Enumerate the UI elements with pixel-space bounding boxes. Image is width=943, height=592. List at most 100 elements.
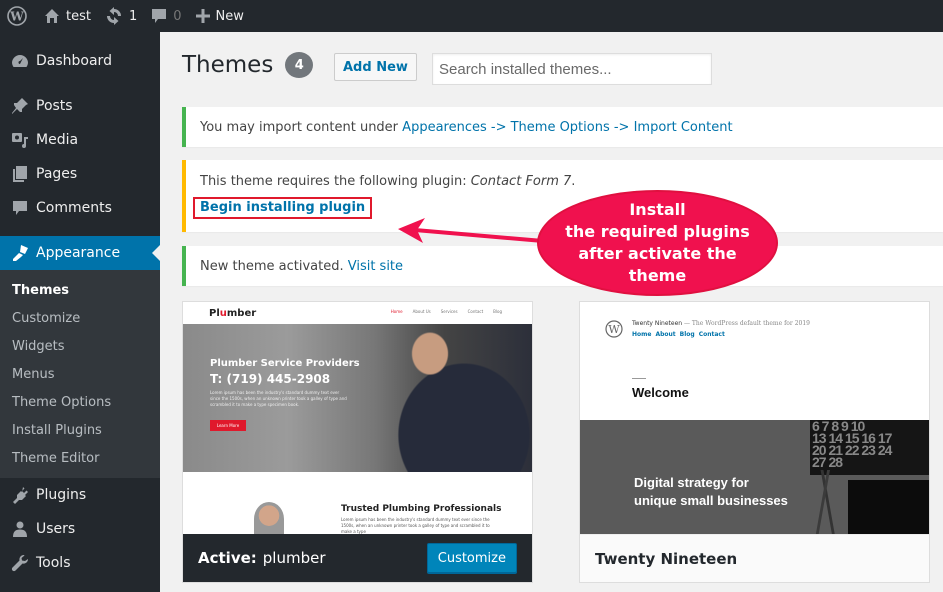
comments-link[interactable]: 0: [144, 0, 188, 32]
theme-card-plumber[interactable]: Plumber Home About Us Services Contact B…: [182, 301, 533, 583]
preview-hero: Plumber Service Providers T: (719) 445-2…: [183, 324, 532, 472]
notice-text: You may import content under: [200, 119, 403, 135]
plumber-logo: Plumber: [209, 307, 257, 319]
submenu-item-install-plugins[interactable]: Install Plugins: [0, 416, 160, 444]
sidebar-item-users[interactable]: Users: [0, 512, 160, 546]
new-label: New: [215, 8, 244, 24]
sidebar-label: Posts: [36, 98, 73, 114]
section-text: Lorem ipsum has been the industry's stan…: [341, 517, 490, 534]
submenu-item-theme-editor[interactable]: Theme Editor: [0, 444, 160, 472]
active-label: Active:: [198, 549, 257, 567]
submenu-item-customize[interactable]: Customize: [0, 304, 160, 332]
sidebar-label: Tools: [36, 555, 71, 571]
notice-suffix: .: [571, 173, 576, 189]
professional-photo: [254, 502, 284, 534]
annotation-text: Install the required plugins after activ…: [565, 200, 750, 285]
site-name-link[interactable]: test: [37, 0, 98, 32]
sidebar-item-pages[interactable]: Pages: [0, 157, 160, 191]
sidebar-item-posts[interactable]: Posts: [0, 89, 160, 123]
preview-welcome: Welcome: [632, 385, 689, 400]
plant-image: [808, 470, 844, 534]
preview-section: Trusted Plumbing Professionals Lorem ips…: [210, 472, 506, 534]
monitor-image: [848, 480, 929, 534]
notice-text: New theme activated.: [200, 258, 348, 274]
submenu-item-theme-options[interactable]: Theme Options: [0, 388, 160, 416]
section-title: Trusted Plumbing Professionals: [341, 504, 502, 514]
customize-button[interactable]: Customize: [426, 543, 517, 573]
hero-text: Lorem ipsum has been the industry's stan…: [210, 390, 347, 407]
hero-text: Digital strategy for unique small busine…: [634, 475, 788, 508]
sidebar-label: Comments: [36, 200, 112, 216]
hero-title: Plumber Service Providers: [210, 358, 360, 369]
preview-nav-links: Home About Us Services Contact Blog: [390, 309, 502, 314]
preview-site-title: Twenty Nineteen — The WordPress default …: [632, 320, 810, 327]
visit-site-link[interactable]: Visit site: [348, 259, 403, 274]
svg-text:W: W: [9, 10, 24, 24]
submenu-item-widgets[interactable]: Widgets: [0, 332, 160, 360]
sidebar-label: Pages: [36, 166, 78, 182]
appearance-submenu: Themes Customize Widgets Menus Theme Opt…: [0, 270, 160, 478]
home-icon: [45, 9, 59, 23]
sidebar-item-dashboard[interactable]: Dashboard: [0, 44, 160, 78]
active-theme-bar: Active: plumber Customize: [183, 534, 532, 582]
search-themes-input[interactable]: [432, 53, 712, 85]
plugin-name: Contact Form 7: [470, 173, 572, 189]
import-content-link[interactable]: Appearences -> Theme Options -> Import C…: [402, 120, 732, 135]
annotation-callout: Install the required plugins after activ…: [537, 190, 778, 296]
admin-bar: W test 1 0 New: [0, 0, 943, 32]
media-icon: [10, 130, 30, 150]
sidebar-label: Plugins: [36, 487, 87, 503]
sidebar-item-comments[interactable]: Comments: [0, 191, 160, 225]
sidebar-item-appearance[interactable]: Appearance: [0, 236, 160, 270]
preview-nav: Plumber Home About Us Services Contact B…: [183, 302, 532, 324]
wordpress-logo-icon: W: [605, 320, 623, 338]
sidebar-label: Media: [36, 132, 79, 148]
preview-header: W Twenty Nineteen — The WordPress defaul…: [580, 302, 929, 420]
sidebar-item-tools[interactable]: Tools: [0, 546, 160, 580]
paintbrush-icon: [10, 243, 30, 263]
svg-text:W: W: [608, 323, 620, 336]
wrench-icon: [10, 553, 30, 573]
theme-name: Twenty Nineteen: [580, 534, 929, 582]
submenu-item-menus[interactable]: Menus: [0, 360, 160, 388]
new-content-link[interactable]: New: [189, 0, 251, 32]
theme-card-twenty-nineteen[interactable]: W Twenty Nineteen — The WordPress defaul…: [579, 301, 930, 583]
preview-hero: 6 7 8 9 10 13 14 15 16 17 20 21 22 23 24…: [580, 419, 929, 534]
comment-icon: [10, 198, 30, 218]
theme-screenshot[interactable]: W Twenty Nineteen — The WordPress defaul…: [580, 302, 929, 534]
plug-icon: [10, 485, 30, 505]
theme-name: plumber: [262, 549, 326, 567]
divider: [632, 378, 646, 379]
sidebar-label: Dashboard: [36, 53, 112, 69]
submenu-item-themes[interactable]: Themes: [0, 276, 160, 304]
admin-sidebar: Dashboard Posts Media Pages Comments App…: [0, 32, 160, 592]
hero-phone: T: (719) 445-2908: [210, 372, 331, 386]
hero-button: Learn More: [210, 420, 246, 431]
sidebar-item-media[interactable]: Media: [0, 123, 160, 157]
user-icon: [10, 519, 30, 539]
preview-menu: Home About Blog Contact: [632, 331, 725, 338]
updates-count: 1: [128, 8, 138, 24]
theme-count-badge: 4: [285, 52, 314, 78]
main-content: Themes 4 Add New You may import content …: [160, 32, 943, 592]
plus-icon: [195, 9, 210, 23]
site-name: test: [66, 8, 91, 24]
updates-link[interactable]: 1: [98, 0, 144, 32]
dashboard-icon: [10, 51, 30, 71]
pages-icon: [10, 164, 30, 184]
pin-icon: [10, 96, 30, 116]
sidebar-label: Users: [36, 521, 76, 537]
page-title: Themes: [182, 52, 274, 78]
import-content-notice: You may import content under Appearences…: [182, 107, 943, 147]
wordpress-logo-button[interactable]: W: [0, 0, 37, 32]
add-new-theme-button[interactable]: Add New: [334, 53, 417, 81]
calendar-image: 6 7 8 9 10 13 14 15 16 17 20 21 22 23 24…: [810, 419, 929, 475]
sidebar-item-plugins[interactable]: Plugins: [0, 478, 160, 512]
wordpress-logo-icon: W: [7, 6, 27, 26]
sidebar-label: Appearance: [36, 245, 121, 261]
plumber-photo: [362, 324, 532, 472]
begin-installing-plugin-link[interactable]: Begin installing plugin: [193, 196, 373, 219]
page-header: Themes 4: [182, 52, 314, 78]
annotation-arrow: [398, 218, 544, 243]
theme-screenshot[interactable]: Plumber Home About Us Services Contact B…: [183, 302, 532, 534]
